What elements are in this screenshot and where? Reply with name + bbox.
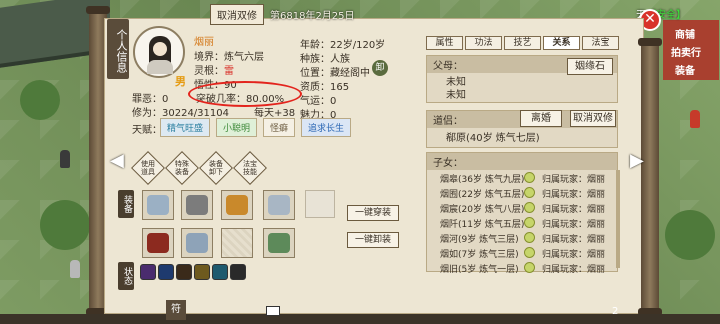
relation-tabs: 属性 功法 技艺 关系 法宝 xyxy=(426,36,619,50)
locked-slot xyxy=(305,190,335,218)
child-owner: 归属玩家：烟丽 xyxy=(542,250,606,260)
equip-slot-orb[interactable] xyxy=(181,228,213,258)
shop-building[interactable]: 商铺 拍卖行 装备 xyxy=(663,20,719,80)
spirit-root: 灵根：雷 xyxy=(194,66,234,77)
special-equip-button[interactable]: 特殊装备 xyxy=(165,151,199,185)
equip-slot-cloak[interactable] xyxy=(142,228,174,258)
child-name: 烟囿(22岁 炼气五层) xyxy=(440,190,525,200)
personal-info-tab[interactable]: 个人信息 xyxy=(107,19,129,79)
cancel-dual-cultivation-button[interactable]: 取消双修 xyxy=(570,110,616,127)
treasure-skill-button[interactable]: 法宝技能 xyxy=(233,151,267,185)
avatar xyxy=(133,26,185,78)
equip-all-button[interactable]: 一键穿装 xyxy=(347,205,399,221)
location: 位置：藏经阁中 xyxy=(300,68,370,79)
auction-label: 拍卖行 xyxy=(671,48,701,59)
divorce-button[interactable]: 离婚 xyxy=(520,110,562,127)
mail-icon[interactable] xyxy=(266,306,280,316)
child-name: 烟阡(11岁 炼气五层) xyxy=(440,220,525,230)
talent-tag[interactable]: 精气旺盛 xyxy=(160,118,211,137)
chat-icon[interactable] xyxy=(524,262,535,273)
child-owner: 归属玩家：烟丽 xyxy=(542,220,606,230)
talisman-button[interactable]: 符 xyxy=(166,300,186,320)
parent-item: 未知 xyxy=(446,90,466,101)
cancel-dual-cultivation-top-button[interactable]: 取消双修 xyxy=(210,4,264,25)
status-effect-icon[interactable] xyxy=(194,264,210,280)
npc-figure xyxy=(690,110,700,128)
aptitude: 资质：165 xyxy=(300,82,350,93)
equip-slot-weapon[interactable] xyxy=(181,190,213,220)
scroll-pole-right xyxy=(638,38,662,316)
shop-label: 商铺 xyxy=(675,30,695,41)
status-effect-icon[interactable] xyxy=(158,264,174,280)
tab-attributes[interactable]: 属性 xyxy=(426,36,463,50)
chat-icon[interactable] xyxy=(524,232,535,243)
top-bar: 取消双修 第6818年2月25日 xyxy=(210,4,355,25)
chat-icon[interactable] xyxy=(524,187,535,198)
npc-figure xyxy=(70,260,80,278)
tab-arts[interactable]: 技艺 xyxy=(504,36,541,50)
chat-icon[interactable] xyxy=(524,202,535,213)
child-owner: 归属玩家：烟丽 xyxy=(542,235,606,245)
tab-relations[interactable]: 关系 xyxy=(543,36,580,50)
child-owner: 归属玩家：烟丽 xyxy=(542,265,606,275)
next-arrow-icon[interactable]: ▶ xyxy=(630,150,644,171)
age: 年龄：22岁/120岁 xyxy=(300,40,386,51)
status-label: 状态 xyxy=(118,262,134,290)
equip-slot-empty[interactable] xyxy=(221,228,253,258)
status-effect-icon[interactable] xyxy=(140,264,156,280)
tab-treasures[interactable]: 法宝 xyxy=(582,36,619,50)
chat-icon[interactable] xyxy=(524,172,535,183)
unequip-button[interactable]: 装备卸下 xyxy=(199,151,233,185)
equip-label: 装备 xyxy=(118,190,134,218)
talent-label: 天赋： xyxy=(132,125,162,136)
talent-tag[interactable]: 追求长生 xyxy=(301,118,352,137)
status-effect-icon[interactable] xyxy=(230,264,246,280)
unload-badge[interactable]: 卸 xyxy=(372,60,388,76)
chat-icon[interactable] xyxy=(524,247,535,258)
character-name: 烟丽 xyxy=(194,37,214,48)
marriage-stone-button[interactable]: 姻缘石 xyxy=(567,58,613,75)
status-effects xyxy=(140,264,260,282)
luck: 气运：0 xyxy=(300,96,337,107)
prev-arrow-icon[interactable]: ◀ xyxy=(110,150,124,171)
unequip-all-button[interactable]: 一键卸装 xyxy=(347,232,399,248)
tree xyxy=(20,80,60,120)
skill-diamonds: 使用道具 特殊装备 装备卸下 法宝技能 xyxy=(131,151,267,185)
game-date: 第6818年2月25日 xyxy=(270,11,355,22)
gender-label: 男 xyxy=(175,75,186,88)
cultivation-per-day: 每天+38 xyxy=(254,108,296,119)
race: 种族：人族 xyxy=(300,54,350,65)
partner-name: 郗原(40岁 炼气七层) xyxy=(446,133,540,144)
equip-slot-staff[interactable] xyxy=(263,228,295,258)
page-indicator: 2 xyxy=(612,306,619,317)
cultivation: 修为：30224/31104 xyxy=(132,108,229,119)
child-name: 烟旧(5岁 炼气一层) xyxy=(440,265,519,275)
sin: 罪恶：0 xyxy=(132,94,169,105)
talent-tags: 精气旺盛 小聪明 怪癖 追求长生 xyxy=(160,118,352,137)
child-owner: 归属玩家：烟丽 xyxy=(542,175,606,185)
status-effect-icon[interactable] xyxy=(176,264,192,280)
tree xyxy=(40,200,90,250)
realm: 境界：炼气六层 xyxy=(194,52,264,63)
child-name: 烟河(9岁 炼气三层) xyxy=(440,235,519,245)
equip-slot-armor[interactable] xyxy=(142,190,174,220)
child-owner: 归属玩家：烟丽 xyxy=(542,190,606,200)
children-scrollbar[interactable] xyxy=(616,170,620,268)
child-name: 烟宸(20岁 炼气八层) xyxy=(440,205,525,215)
child-name: 烟如(7岁 炼气三层) xyxy=(440,250,519,260)
children-title: 子女： xyxy=(427,153,617,170)
tab-skills[interactable]: 功法 xyxy=(465,36,502,50)
talent-tag[interactable]: 小聪明 xyxy=(216,118,258,137)
talent-tag[interactable]: 怪癖 xyxy=(263,118,296,137)
tree xyxy=(665,210,715,260)
use-item-button[interactable]: 使用道具 xyxy=(131,151,165,185)
npc-figure xyxy=(60,150,70,168)
equip-slot-necklace[interactable] xyxy=(221,190,253,220)
chat-icon[interactable] xyxy=(524,217,535,228)
child-name: 烟皋(36岁 炼气九层) xyxy=(440,175,525,185)
equip-shop-label: 装备 xyxy=(675,66,695,77)
equip-slot-boots[interactable] xyxy=(263,190,295,220)
child-owner: 归属玩家：烟丽 xyxy=(542,205,606,215)
status-effect-icon[interactable] xyxy=(212,264,228,280)
